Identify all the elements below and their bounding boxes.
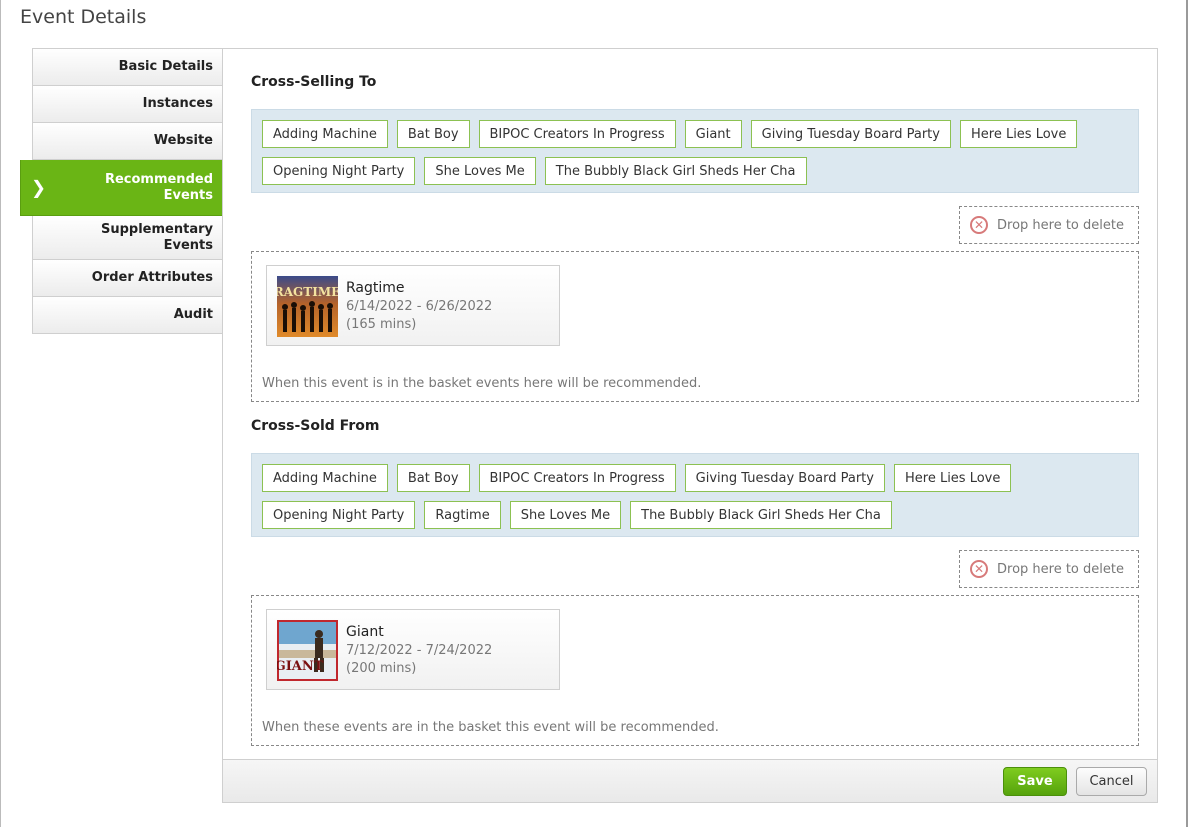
sidebar-item-basic-details[interactable]: Basic Details bbox=[32, 48, 224, 86]
event-tag[interactable]: The Bubbly Black Girl Sheds Her Cha bbox=[630, 501, 893, 529]
sidebar-item-label: Audit bbox=[173, 307, 213, 322]
delete-x-icon: ✕ bbox=[970, 560, 988, 578]
event-tag[interactable]: Here Lies Love bbox=[893, 464, 1012, 492]
event-name: Giant bbox=[346, 624, 384, 640]
sidebar-item-website[interactable]: Website bbox=[32, 123, 224, 160]
sidebar-item-audit[interactable]: Audit bbox=[32, 297, 224, 334]
sidebar-item-label-line2: Events bbox=[163, 187, 213, 203]
cross-selling-to-tag-area: Adding Machine Bat Boy BIPOC Creators In… bbox=[251, 109, 1139, 193]
cancel-button[interactable]: Cancel bbox=[1076, 767, 1147, 796]
sidebar-item-label-line1: Supplementary bbox=[101, 221, 213, 237]
main-panel: Cross-Selling To Adding Machine Bat Boy … bbox=[222, 48, 1158, 803]
event-tag[interactable]: Opening Night Party bbox=[262, 157, 416, 185]
tag-row: Adding Machine Bat Boy BIPOC Creators In… bbox=[262, 120, 1138, 148]
window-right-edge bbox=[1186, 0, 1188, 827]
sidebar-item-label: Supplementary Events bbox=[101, 222, 213, 254]
event-tag[interactable]: Giant bbox=[684, 120, 742, 148]
event-tag[interactable]: Adding Machine bbox=[262, 120, 388, 148]
sidebar-item-instances[interactable]: Instances bbox=[32, 86, 224, 123]
cross-sold-from-title: Cross-Sold From bbox=[251, 418, 380, 434]
ragtime-thumbnail-image: RAGTIME bbox=[277, 276, 338, 337]
sidebar-item-label: Recommended Events bbox=[105, 172, 213, 204]
drop-zone-note: When this event is in the basket events … bbox=[262, 376, 702, 391]
event-card[interactable]: RAGTIME Ragtime 6/14/2022 - 6/26/2022 (1… bbox=[266, 265, 560, 346]
sidebar-item-order-attributes[interactable]: Order Attributes bbox=[32, 260, 224, 297]
save-button[interactable]: Save bbox=[1003, 767, 1067, 796]
event-duration: (200 mins) bbox=[346, 661, 417, 676]
event-tag[interactable]: Ragtime bbox=[424, 501, 501, 529]
sidebar-item-label-line2: Events bbox=[163, 237, 213, 253]
drop-to-delete-zone[interactable]: ✕ Drop here to delete bbox=[959, 206, 1139, 244]
event-tag[interactable]: Opening Night Party bbox=[262, 501, 416, 529]
cross-selling-drop-zone[interactable]: RAGTIME Ragtime 6/14/2022 - 6/26/2022 (1… bbox=[251, 251, 1139, 402]
event-duration: (165 mins) bbox=[346, 317, 417, 332]
sidebar: Basic Details Instances Website ❯ Recomm… bbox=[20, 48, 236, 334]
page-title: Event Details bbox=[20, 6, 147, 28]
event-tag[interactable]: The Bubbly Black Girl Sheds Her Cha bbox=[544, 157, 807, 185]
sidebar-item-label: Website bbox=[153, 133, 213, 148]
chevron-right-icon: ❯ bbox=[31, 177, 47, 198]
svg-text:GIANT: GIANT bbox=[277, 659, 324, 674]
footer-bar: Save Cancel bbox=[223, 759, 1157, 802]
event-tag[interactable]: Bat Boy bbox=[396, 120, 470, 148]
event-tag[interactable]: She Loves Me bbox=[424, 157, 536, 185]
tag-row: Adding Machine Bat Boy BIPOC Creators In… bbox=[262, 464, 1138, 492]
giant-thumbnail-image: GIANT bbox=[277, 620, 338, 681]
event-card[interactable]: GIANT Giant 7/12/2022 - 7/24/2022 (200 m… bbox=[266, 609, 560, 690]
sidebar-item-label: Basic Details bbox=[118, 59, 213, 74]
drop-delete-label: Drop here to delete bbox=[997, 217, 1124, 233]
drop-to-delete-zone[interactable]: ✕ Drop here to delete bbox=[959, 550, 1139, 588]
event-tag[interactable]: BIPOC Creators In Progress bbox=[478, 464, 676, 492]
svg-text:RAGTIME: RAGTIME bbox=[277, 285, 338, 299]
event-tag[interactable]: Giving Tuesday Board Party bbox=[684, 464, 885, 492]
event-tag[interactable]: Bat Boy bbox=[396, 464, 470, 492]
sidebar-item-label-line1: Recommended bbox=[104, 171, 213, 187]
tag-row: Opening Night Party She Loves Me The Bub… bbox=[262, 157, 1138, 185]
sidebar-item-supplementary-events[interactable]: Supplementary Events bbox=[32, 216, 224, 260]
sidebar-item-label: Order Attributes bbox=[91, 270, 213, 285]
event-tag[interactable]: Giving Tuesday Board Party bbox=[750, 120, 951, 148]
event-dates: 7/12/2022 - 7/24/2022 bbox=[346, 643, 493, 658]
sidebar-item-recommended-events[interactable]: ❯ Recommended Events bbox=[20, 159, 236, 216]
event-tag[interactable]: Adding Machine bbox=[262, 464, 388, 492]
tag-row: Opening Night Party Ragtime She Loves Me… bbox=[262, 501, 1138, 529]
event-dates: 6/14/2022 - 6/26/2022 bbox=[346, 299, 493, 314]
delete-x-icon: ✕ bbox=[970, 216, 988, 234]
window-left-edge bbox=[0, 0, 1, 827]
cross-sold-from-tag-area: Adding Machine Bat Boy BIPOC Creators In… bbox=[251, 453, 1139, 537]
cross-selling-to-title: Cross-Selling To bbox=[251, 74, 377, 90]
event-tag[interactable]: She Loves Me bbox=[509, 501, 622, 529]
sidebar-item-label: Instances bbox=[142, 96, 213, 111]
event-tag[interactable]: BIPOC Creators In Progress bbox=[478, 120, 676, 148]
drop-delete-label: Drop here to delete bbox=[997, 561, 1124, 577]
event-name: Ragtime bbox=[346, 280, 405, 296]
drop-zone-note: When these events are in the basket this… bbox=[262, 720, 719, 735]
event-tag[interactable]: Here Lies Love bbox=[959, 120, 1078, 148]
cross-sold-from-drop-zone[interactable]: GIANT Giant 7/12/2022 - 7/24/2022 (200 m… bbox=[251, 595, 1139, 746]
